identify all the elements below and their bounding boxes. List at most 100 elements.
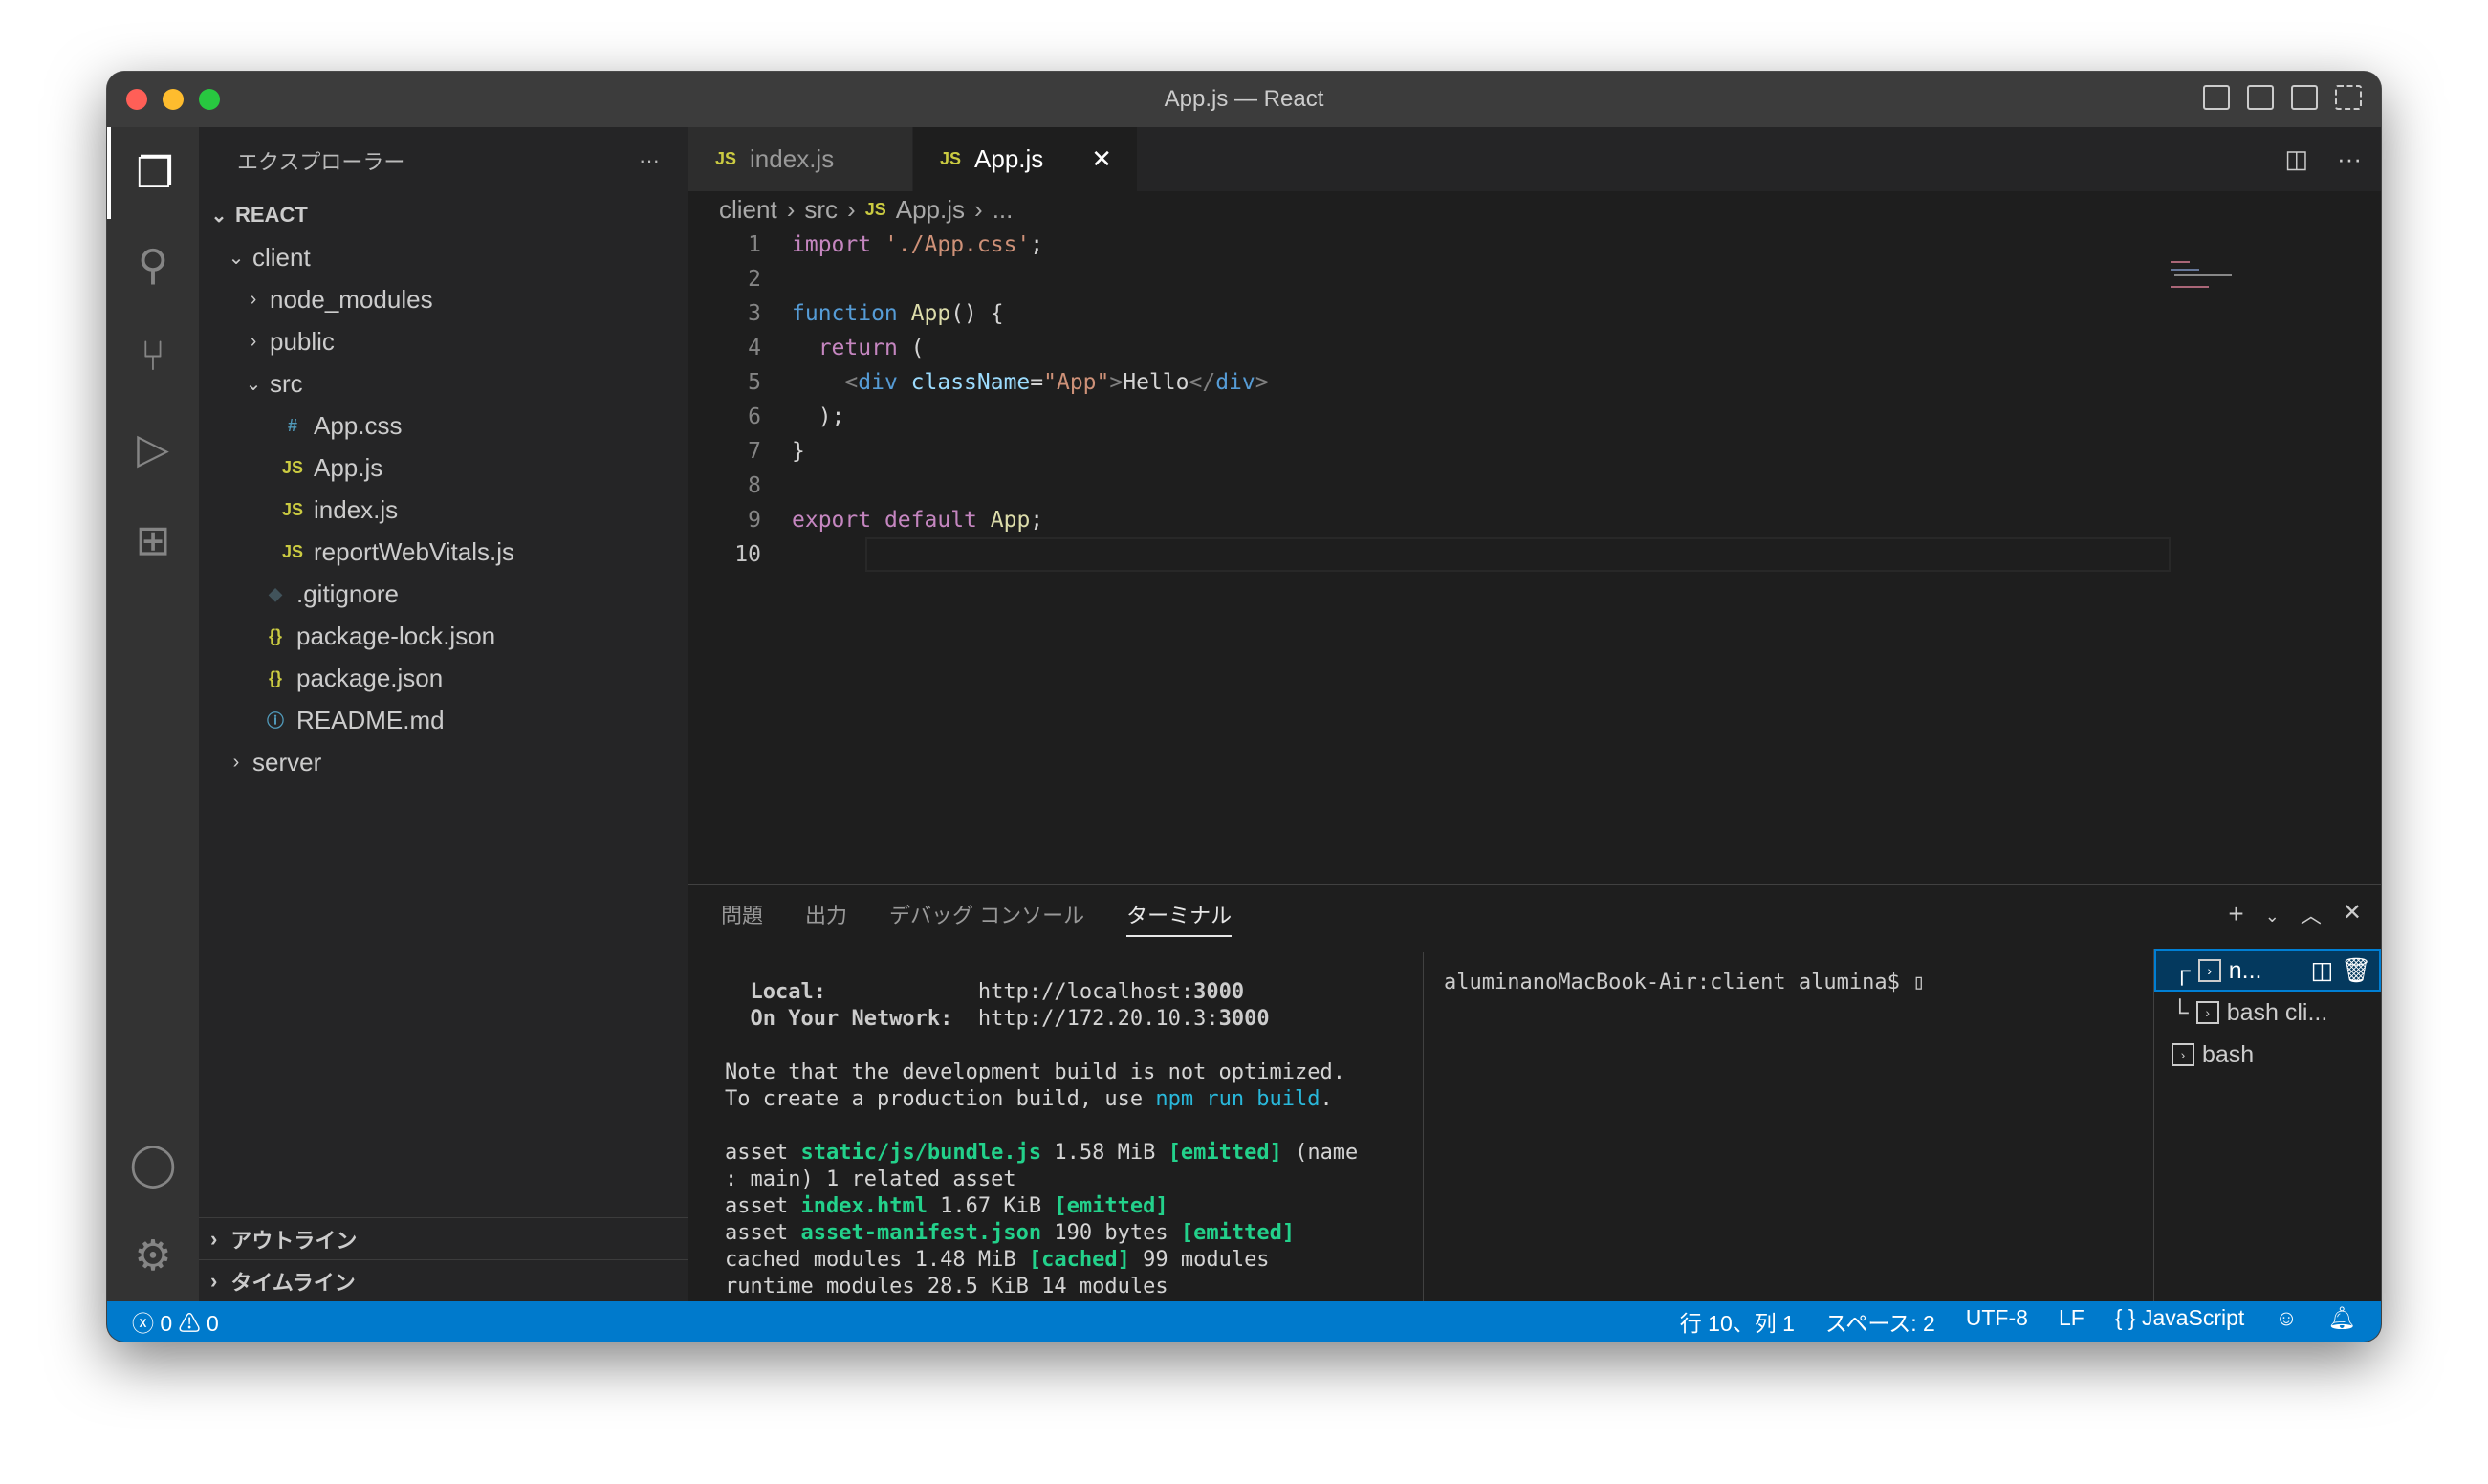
- code-line[interactable]: 4 return (: [688, 331, 2381, 365]
- terminal-instance[interactable]: └›bash cli...: [2154, 992, 2381, 1034]
- search-icon[interactable]: ⚲: [107, 219, 199, 311]
- js-file-icon: JS: [279, 500, 306, 520]
- indentation[interactable]: スペース: 2: [1825, 1305, 1935, 1338]
- terminal-instance[interactable]: ›bash: [2154, 1034, 2381, 1076]
- minimap[interactable]: [2171, 261, 2362, 290]
- line-number: 10: [688, 542, 761, 567]
- tree-item[interactable]: ›node_modules: [199, 278, 688, 320]
- new-terminal-icon[interactable]: +: [2228, 899, 2243, 929]
- trash-icon[interactable]: 🗑︎: [2341, 957, 2371, 985]
- tree-item[interactable]: ⌄src: [199, 362, 688, 404]
- extensions-icon[interactable]: ⊞: [107, 494, 199, 586]
- breadcrumb-file[interactable]: App.js: [896, 195, 965, 225]
- code-line[interactable]: 1import './App.css';: [688, 228, 2381, 262]
- tab-index-js[interactable]: JSindex.js: [688, 127, 913, 191]
- tree-item[interactable]: ◆.gitignore: [199, 573, 688, 615]
- encoding[interactable]: UTF-8: [1966, 1305, 2028, 1338]
- code-token: ;: [1030, 508, 1043, 533]
- tree-item-label: package.json: [296, 664, 443, 693]
- tree-item[interactable]: › public: [199, 320, 688, 362]
- maximize-window-button[interactable]: [199, 89, 220, 110]
- code-line[interactable]: 7}: [688, 434, 2381, 469]
- tree-item[interactable]: #App.css: [199, 404, 688, 447]
- terminal-token: [emitted]: [1181, 1221, 1295, 1245]
- tree-item[interactable]: ›server: [199, 741, 688, 783]
- code-token: export: [792, 508, 871, 533]
- terminal-token: : main) 1 related asset: [725, 1168, 1016, 1191]
- notifications-bell-icon[interactable]: 🔔︎: [2328, 1305, 2356, 1338]
- chevron-down-icon[interactable]: ⌄: [2265, 906, 2280, 929]
- tree-item[interactable]: {}package.json: [199, 657, 688, 699]
- timeline-label: タイムライン: [230, 1266, 355, 1297]
- terminal-line: asset static/js/bundle.js 1.58 MiB [emit…: [725, 1140, 1423, 1167]
- cursor-position[interactable]: 行 10、列 1: [1680, 1305, 1795, 1338]
- terminal-instance[interactable]: ┌›n...◫🗑︎: [2154, 949, 2381, 992]
- title-bar: App.js — React: [107, 72, 2381, 127]
- panel-tab[interactable]: 問題: [721, 899, 763, 929]
- code-line[interactable]: 6 );: [688, 400, 2381, 434]
- split-terminal-icon[interactable]: ◫: [2311, 956, 2334, 985]
- line-ending[interactable]: LF: [2059, 1305, 2084, 1338]
- outline-section[interactable]: ›アウトライン: [199, 1217, 688, 1259]
- css-file-icon: #: [279, 416, 306, 436]
- code-token: div: [1215, 370, 1255, 395]
- line-number: 7: [688, 439, 761, 464]
- panel-tab[interactable]: デバッグ コンソール: [889, 899, 1084, 929]
- language-mode[interactable]: { } JavaScript: [2115, 1305, 2245, 1338]
- terminal-token: 1.58 MiB: [1041, 1141, 1168, 1165]
- toggle-sidebar-icon[interactable]: [2203, 85, 2230, 110]
- account-icon[interactable]: ◯: [107, 1118, 199, 1210]
- settings-gear-icon[interactable]: ⚙: [107, 1210, 199, 1301]
- line-number: 8: [688, 473, 761, 498]
- feedback-icon[interactable]: ☺: [2275, 1305, 2297, 1338]
- code-editor[interactable]: 1import './App.css';23function App() {4 …: [688, 228, 2381, 572]
- code-line[interactable]: 2: [688, 262, 2381, 296]
- outline-label: アウトライン: [230, 1224, 357, 1255]
- close-window-button[interactable]: [126, 89, 147, 110]
- minimize-window-button[interactable]: [163, 89, 184, 110]
- code-line[interactable]: 5 <div className="App">Hello</div>: [688, 365, 2381, 400]
- close-panel-icon[interactable]: ✕: [2343, 899, 2362, 929]
- tree-item[interactable]: JSindex.js: [199, 489, 688, 531]
- json-file-icon: {}: [262, 626, 289, 646]
- more-actions-icon[interactable]: ···: [2337, 144, 2362, 174]
- timeline-section[interactable]: ›タイムライン: [199, 1259, 688, 1301]
- explorer-icon[interactable]: ❐: [107, 127, 199, 219]
- code-line[interactable]: 3function App() {: [688, 296, 2381, 331]
- split-editor-icon[interactable]: ◫: [2284, 144, 2308, 174]
- code-line[interactable]: 8: [688, 469, 2381, 503]
- panel-tab[interactable]: 出力: [805, 899, 847, 929]
- terminal-right[interactable]: aluminanoMacBook-Air:client alumina$ ▯: [1444, 970, 1925, 996]
- toggle-panel-icon[interactable]: [2247, 85, 2274, 110]
- breadcrumb-symbol[interactable]: ...: [993, 195, 1014, 225]
- breadcrumb-client[interactable]: client: [719, 195, 777, 225]
- chevron-down-icon: ⌄: [243, 372, 264, 396]
- terminal-token: cached modules 1.48 MiB: [725, 1248, 1029, 1272]
- problems-status[interactable]: ⓧ 0 ⚠ 0: [132, 1305, 219, 1338]
- tree-item[interactable]: ⓘREADME.md: [199, 699, 688, 741]
- code-line[interactable]: 9export default App;: [688, 503, 2381, 537]
- toggle-secondary-sidebar-icon[interactable]: [2291, 85, 2318, 110]
- tree-item-label: public: [270, 327, 335, 357]
- close-tab-icon[interactable]: ✕: [1091, 144, 1112, 174]
- tree-item[interactable]: JSApp.js: [199, 447, 688, 489]
- tree-item[interactable]: JSreportWebVitals.js: [199, 531, 688, 573]
- terminal-instance-label: bash: [2202, 1041, 2254, 1069]
- source-control-icon[interactable]: ⑂: [107, 311, 199, 403]
- editor-area: JSindex.js JSApp.js✕ ◫··· client› src› J…: [688, 127, 2381, 884]
- tree-item-label: server: [252, 748, 321, 777]
- run-debug-icon[interactable]: ▷: [107, 403, 199, 494]
- chevron-right-icon: ›: [243, 331, 264, 353]
- terminal-left[interactable]: Local: http://localhost:3000 On Your Net…: [725, 952, 1423, 1342]
- tab-app-js[interactable]: JSApp.js✕: [913, 127, 1138, 191]
- code-token: Hello: [1123, 370, 1189, 395]
- breadcrumb-src[interactable]: src: [804, 195, 838, 225]
- workspace-root[interactable]: ⌄REACT: [199, 194, 688, 236]
- terminal-token: asset: [725, 1141, 800, 1165]
- panel-tab[interactable]: ターミナル: [1126, 899, 1232, 937]
- maximize-panel-icon[interactable]: ︿: [2301, 899, 2322, 929]
- tree-item[interactable]: {}package-lock.json: [199, 615, 688, 657]
- more-actions-button[interactable]: ···: [639, 148, 660, 173]
- customize-layout-icon[interactable]: [2335, 85, 2362, 110]
- tree-item[interactable]: ⌄client: [199, 236, 688, 278]
